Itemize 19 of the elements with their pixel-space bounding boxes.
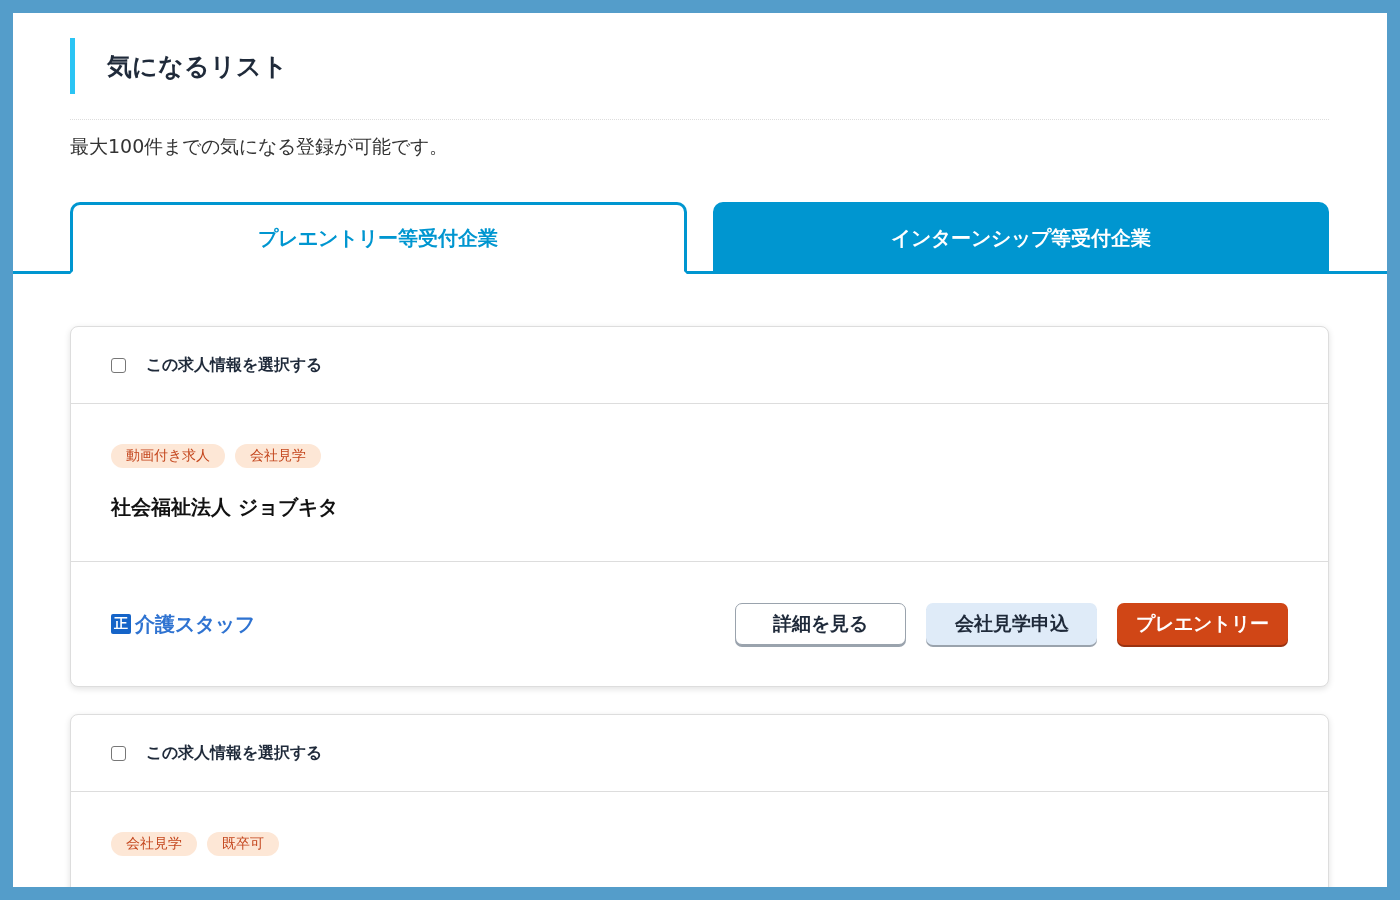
tag: 会社見学 — [235, 444, 321, 468]
action-button[interactable]: 詳細を見る — [735, 603, 906, 645]
action-button[interactable]: プレエントリー — [1117, 603, 1288, 645]
job-title-link[interactable]: 正 介護スタッフ — [111, 610, 255, 638]
description-text: 最大100件までの気になる登録が可能です。 — [70, 134, 450, 159]
badge-icon: 正 — [111, 614, 131, 634]
page-title: 気になるリスト — [107, 50, 288, 83]
company-name: 社会福祉法人 ジョブキタ — [111, 494, 339, 521]
accent-bar — [70, 38, 75, 94]
tab[interactable]: プレエントリー等受付企業 — [70, 202, 687, 274]
tag: 会社見学 — [111, 832, 197, 856]
tag: 動画付き求人 — [111, 444, 225, 468]
tab[interactable]: インターンシップ等受付企業 — [712, 202, 1329, 274]
checkbox[interactable] — [111, 357, 126, 373]
action-button[interactable]: 会社見学申込 — [926, 603, 1097, 645]
checkbox[interactable] — [111, 745, 126, 761]
tag: 既卒可 — [207, 832, 279, 856]
checkbox-label: この求人情報を選択する — [146, 742, 322, 764]
checkbox-label: この求人情報を選択する — [146, 354, 322, 376]
